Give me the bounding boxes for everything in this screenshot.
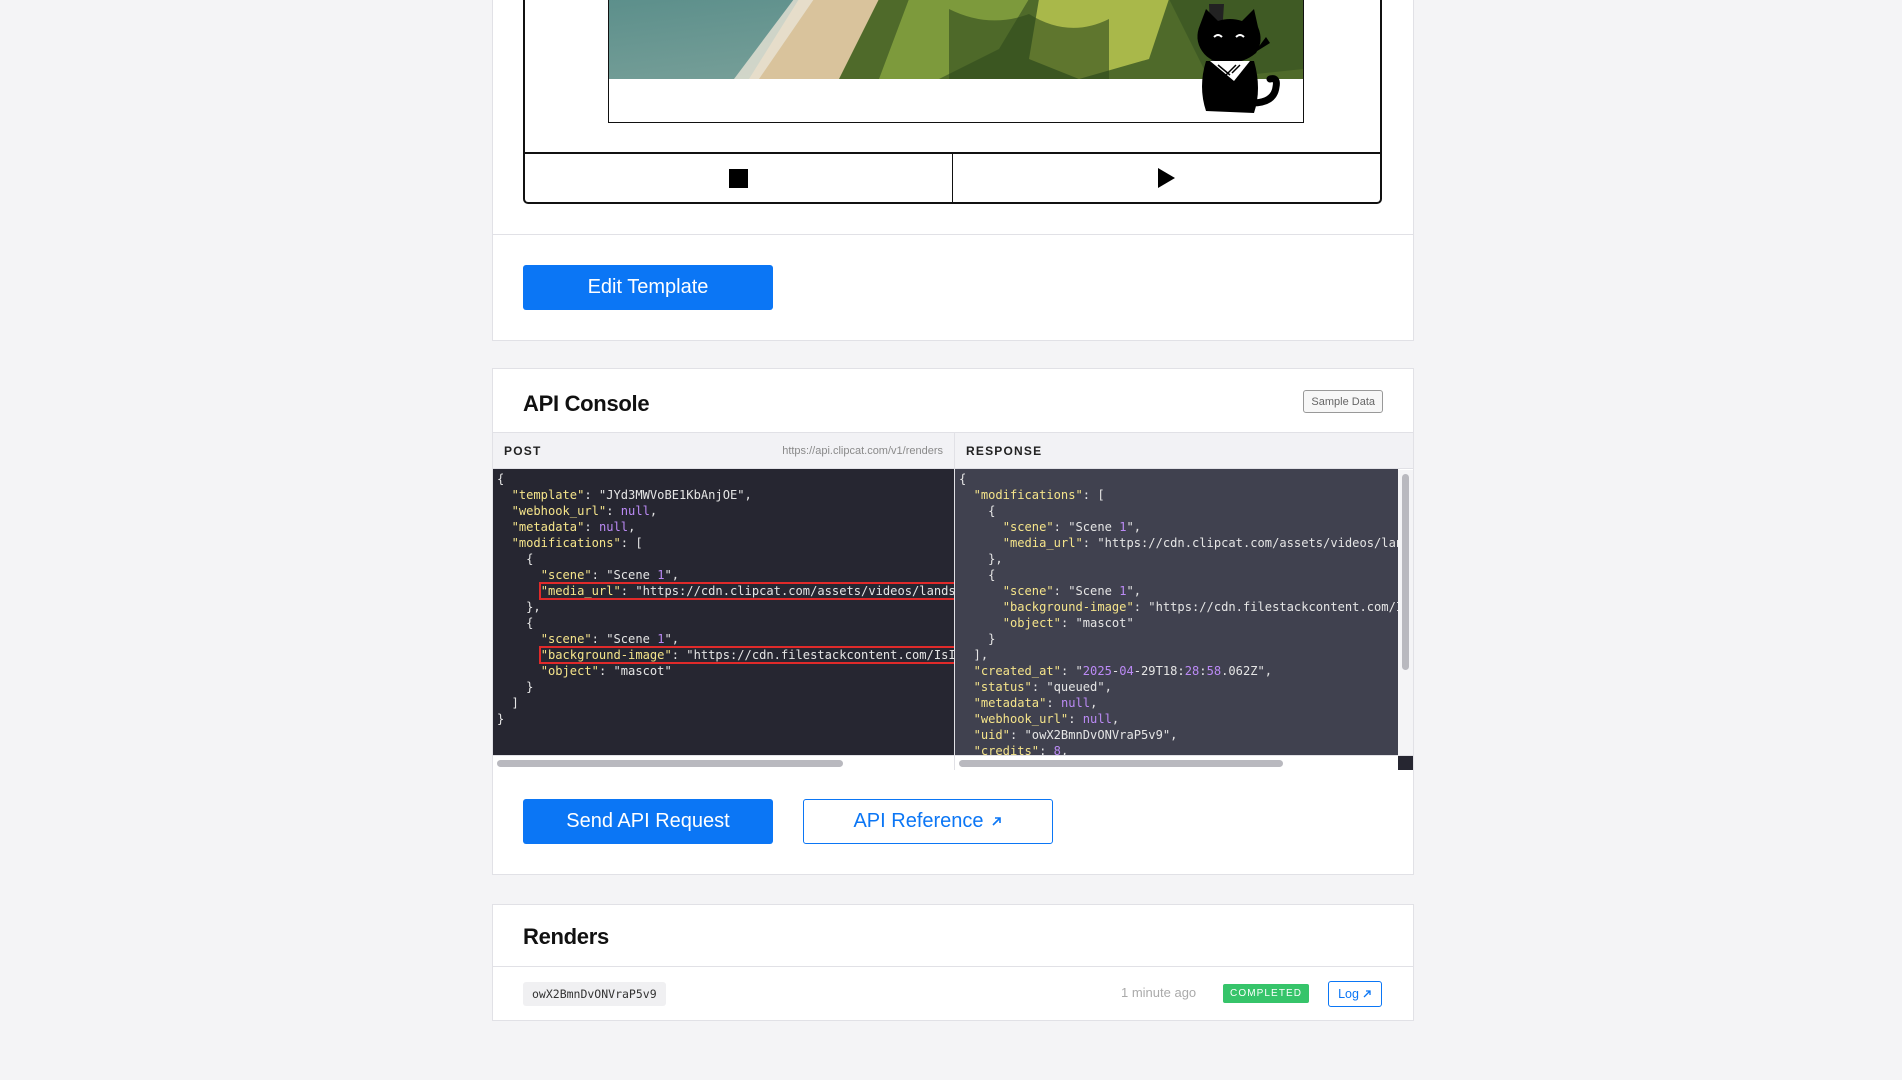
code-line: "credits": 8, bbox=[973, 744, 1069, 755]
code-line: "uid": "owX2BmnDvONVraP5v9", bbox=[973, 728, 1178, 742]
sample-data-button[interactable]: Sample Data bbox=[1303, 390, 1383, 413]
request-pane-header: POST https://api.clipcat.com/v1/renders bbox=[493, 433, 954, 469]
scrollbar-thumb[interactable] bbox=[1402, 474, 1409, 670]
video-stage bbox=[525, 0, 1380, 152]
render-uid: owX2BmnDvONVraP5v9 bbox=[523, 982, 666, 1006]
renders-header: Renders bbox=[493, 905, 1413, 967]
log-button[interactable]: Log bbox=[1328, 981, 1382, 1007]
code-line: { bbox=[959, 568, 996, 582]
code-line: }, bbox=[959, 552, 1003, 566]
request-editor[interactable]: { "template": "JYd3MWVoBE1KbAnjOE", "web… bbox=[493, 469, 954, 755]
play-button[interactable] bbox=[952, 154, 1380, 202]
code-line: "metadata": null, bbox=[511, 520, 636, 534]
response-viewer: { "modifications": [ { "scene": "Scene 1… bbox=[955, 469, 1398, 755]
code-line: "created_at": "2025-04-29T18:28:58.062Z"… bbox=[973, 664, 1273, 678]
api-console-card: API Console Sample Data POST https://api… bbox=[492, 368, 1414, 875]
code-line: "background-image": "https://cdn.filesta… bbox=[493, 646, 954, 664]
response-vertical-scrollbar[interactable] bbox=[1398, 470, 1413, 756]
edit-template-button[interactable]: Edit Template bbox=[523, 265, 773, 310]
request-pane: POST https://api.clipcat.com/v1/renders … bbox=[493, 433, 954, 770]
code-line: "object": "mascot" bbox=[540, 664, 672, 678]
code-line: }, bbox=[497, 600, 541, 614]
api-console-title: API Console bbox=[523, 391, 650, 416]
player-controls bbox=[525, 152, 1380, 202]
stop-button[interactable] bbox=[525, 154, 952, 202]
response-horizontal-scrollbar[interactable] bbox=[955, 755, 1413, 769]
video-player bbox=[523, 0, 1382, 204]
code-line: "background-image": "https://cdn.filesta… bbox=[1002, 600, 1398, 614]
code-line: "object": "mascot" bbox=[1002, 616, 1134, 630]
renders-card: Renders owX2BmnDvONVraP5v9 1 minute ago … bbox=[492, 904, 1414, 1021]
code-line: { bbox=[959, 504, 996, 518]
code-line: "template": "JYd3MWVoBE1KbAnjOE", bbox=[511, 488, 752, 502]
post-label: POST bbox=[504, 443, 542, 458]
scrollbar-thumb[interactable] bbox=[959, 760, 1283, 767]
code-line: } bbox=[959, 632, 996, 646]
api-reference-button[interactable]: API Reference bbox=[803, 799, 1053, 844]
card-divider bbox=[493, 234, 1413, 235]
code-line: ], bbox=[959, 648, 989, 662]
code-line: "scene": "Scene 1", bbox=[540, 568, 680, 582]
api-console: POST https://api.clipcat.com/v1/renders … bbox=[493, 432, 1413, 770]
render-time: 1 minute ago bbox=[1121, 985, 1197, 1000]
code-line: } bbox=[497, 712, 505, 726]
code-line: "modifications": [ bbox=[973, 488, 1105, 502]
highlighted-field: "media_url": "https://cdn.clipcat.com/as… bbox=[538, 582, 954, 600]
code-line: "scene": "Scene 1", bbox=[1002, 520, 1142, 534]
code-line: ] bbox=[497, 696, 519, 710]
external-link-icon bbox=[1363, 990, 1371, 998]
highlighted-field: "background-image": "https://cdn.filesta… bbox=[538, 646, 954, 664]
code-line: "webhook_url": null, bbox=[511, 504, 658, 518]
code-line: "modifications": [ bbox=[511, 536, 643, 550]
scrollbar-corner bbox=[1398, 756, 1413, 770]
video-frame bbox=[608, 0, 1304, 123]
send-api-request-button[interactable]: Send API Request bbox=[523, 799, 773, 844]
response-pane: RESPONSE { "modifications": [ { "scene":… bbox=[955, 433, 1413, 770]
response-label: RESPONSE bbox=[966, 443, 1043, 458]
code-line: "scene": "Scene 1", bbox=[540, 632, 680, 646]
code-line: "media_url": "https://cdn.clipcat.com/as… bbox=[493, 582, 954, 600]
stop-icon bbox=[729, 168, 748, 188]
api-reference-label: API Reference bbox=[853, 810, 984, 832]
external-link-icon bbox=[991, 817, 1001, 826]
code-line: "media_url": "https://cdn.clipcat.com/as… bbox=[1002, 536, 1398, 550]
response-pane-header: RESPONSE bbox=[955, 433, 1413, 469]
code-line: "metadata": null, bbox=[973, 696, 1098, 710]
status-badge: COMPLETED bbox=[1223, 984, 1310, 1003]
code-line: "status": "queued", bbox=[973, 680, 1112, 694]
code-line: { bbox=[959, 472, 967, 486]
request-horizontal-scrollbar[interactable] bbox=[493, 755, 954, 769]
code-line: { bbox=[497, 552, 534, 566]
code-line: "webhook_url": null, bbox=[973, 712, 1120, 726]
render-row: owX2BmnDvONVraP5v9 1 minute ago COMPLETE… bbox=[493, 968, 1413, 1020]
code-line: } bbox=[497, 680, 534, 694]
code-line: { bbox=[497, 472, 505, 486]
scrollbar-thumb[interactable] bbox=[497, 760, 843, 767]
endpoint-url: https://api.clipcat.com/v1/renders bbox=[782, 444, 943, 457]
template-preview-card: Edit Template bbox=[492, 0, 1414, 341]
play-icon bbox=[1158, 168, 1175, 188]
code-line: "scene": "Scene 1", bbox=[1002, 584, 1142, 598]
code-line: { bbox=[497, 616, 534, 630]
cat-mascot-icon bbox=[1197, 9, 1280, 113]
renders-title: Renders bbox=[523, 924, 609, 949]
log-button-label: Log bbox=[1338, 987, 1359, 1001]
